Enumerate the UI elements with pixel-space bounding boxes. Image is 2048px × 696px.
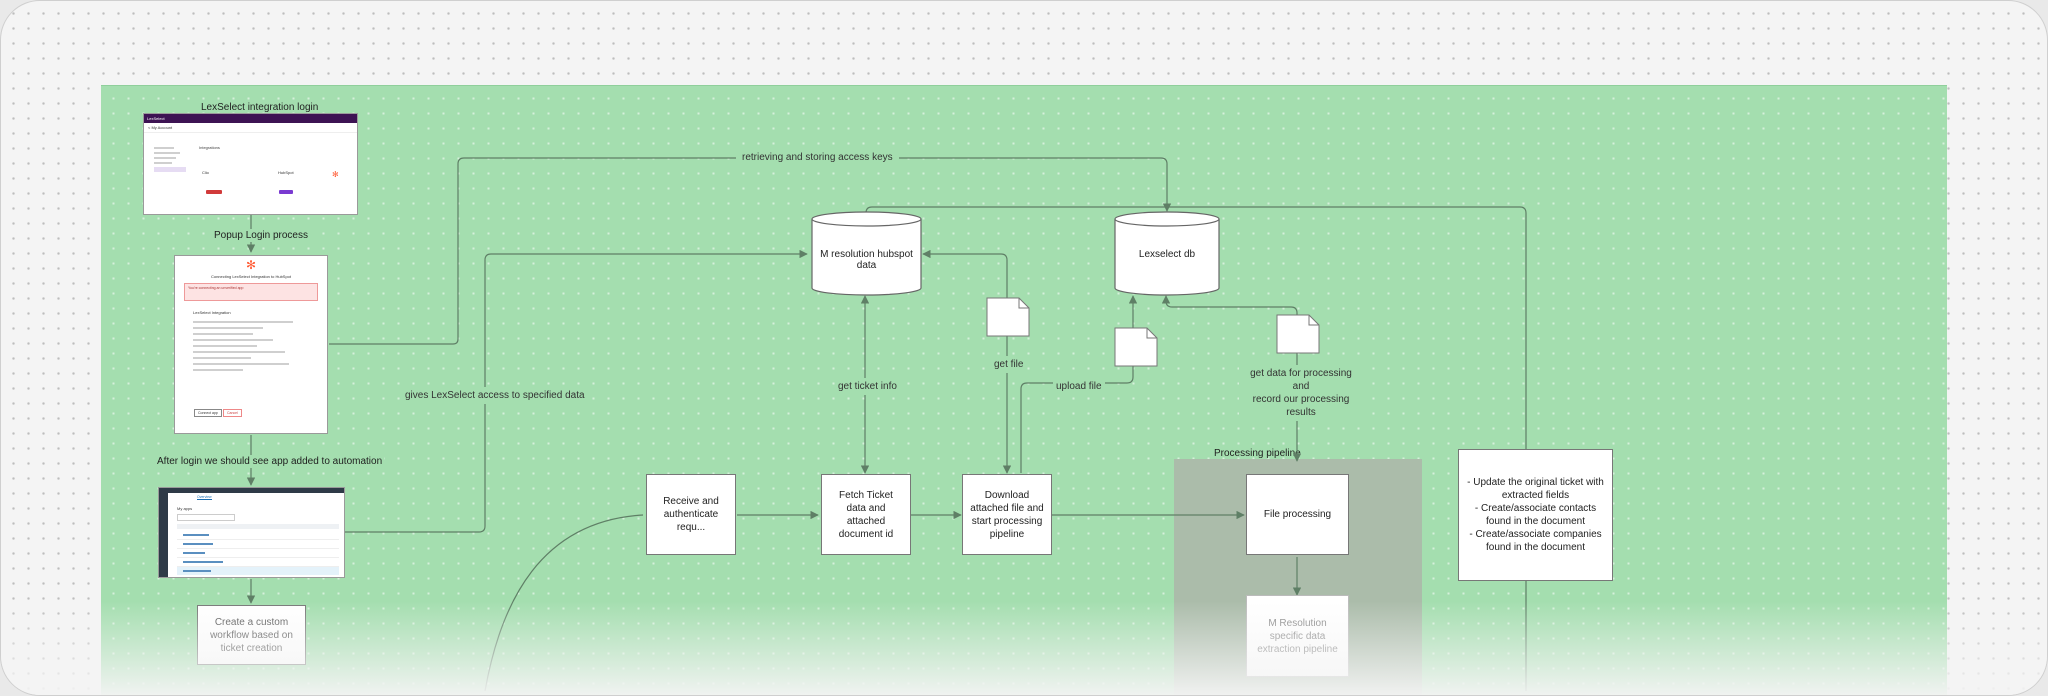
login-screen-title: LexSelect integration login [201,102,319,113]
file-document-icon [986,297,1030,337]
file-document-icon [1114,327,1158,367]
edge-access-keys [329,157,1172,345]
popup-permissions-list [193,321,327,371]
hubspot-db-label: M resolution hubspot data [820,249,913,271]
popup-warning-text: You're connecting an unverified app [188,286,244,290]
apps-screenshot[interactable]: Overview My apps [158,487,345,578]
hubspot-logo-icon: ✻ [245,258,257,272]
apps-tab-overview[interactable]: Overview [197,495,212,500]
login-section-title: Integrations [199,145,220,150]
popup-connect-button[interactable]: Connect app [194,409,222,417]
whiteboard-canvas[interactable]: Processing pipeline retrieving and stori… [0,0,2048,696]
popup-warning: You're connecting an unverified app [184,283,318,301]
edge-workflow-curve [484,514,644,692]
popup-subheading: LexSelect Integration [193,310,231,315]
edge-label-get-ticket-info: get ticket info [835,378,900,395]
popup-cancel-button[interactable]: Cancel [223,409,242,417]
lexselect-db-label: Lexselect db [1138,249,1196,260]
edge-label-upload-file: upload file [1053,378,1105,395]
download-file-node[interactable]: Download attached file and start process… [962,474,1052,555]
apps-screen-title: After login we should see app added to a… [155,455,385,468]
apps-table [177,524,339,575]
edge-label-access-keys: retrieving and storing access keys [736,151,899,164]
lexselect-db[interactable]: Lexselect db [1114,211,1220,296]
custom-workflow-node[interactable]: Create a custom workflow based on ticket… [197,605,306,665]
file-document-icon [1276,314,1320,354]
edge-label-get-file: get file [991,356,1027,373]
apps-left-rail [159,493,168,577]
apps-section-label: My apps [177,506,193,511]
login-sidebar [154,144,188,172]
login-back-link[interactable]: < My Account [144,123,357,133]
hubspot-icon: ✻ [332,170,339,179]
popup-heading: Connecting LexSelect Integration to HubS… [210,274,292,279]
file-processing-node[interactable]: File processing [1246,474,1349,555]
login-connect-left-button[interactable] [206,190,222,194]
receive-auth-node[interactable]: Receive and authenticate requ... [646,474,736,555]
update-ticket-node[interactable]: - Update the original ticket with extrac… [1458,449,1613,581]
login-screenshot[interactable]: LexSelect < My Account Integrations Clio… [143,113,358,215]
login-app-header: LexSelect [144,114,357,123]
table-row[interactable] [177,567,339,575]
apps-header [159,488,344,493]
edge-label-gives-access: gives LexSelect access to specified data [401,387,589,404]
table-row[interactable] [177,531,339,540]
hubspot-data-db[interactable]: M resolution hubspot data [811,211,922,296]
popup-screen-title: Popup Login process [212,229,310,242]
m-resolution-pipeline-node[interactable]: M Resolution specific data extraction pi… [1246,595,1349,677]
table-row[interactable] [177,558,339,567]
login-app-name: LexSelect [147,116,165,121]
login-card-left: Clio [202,170,209,175]
table-row[interactable] [177,549,339,558]
edge-label-get-data-processing: get data for processing and record our p… [1239,365,1363,421]
popup-screenshot[interactable]: ✻ Connecting LexSelect Integration to Hu… [174,255,328,434]
fetch-ticket-node[interactable]: Fetch Ticket data and attached document … [821,474,911,555]
login-connect-right-button[interactable] [279,190,293,194]
login-card-right: HubSpot [278,170,294,175]
apps-search-input[interactable] [177,514,235,521]
table-row[interactable] [177,540,339,549]
